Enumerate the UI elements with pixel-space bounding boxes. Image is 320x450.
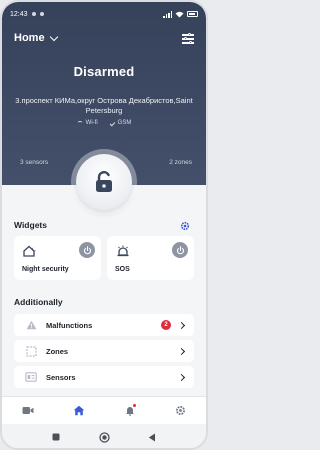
security-state: Disarmed (73, 64, 135, 79)
notification-dot (132, 403, 136, 407)
notification-dot-icon (39, 12, 44, 16)
tab-home[interactable] (64, 401, 94, 421)
home-selector[interactable]: Home (14, 32, 58, 44)
bottom-tab-bar (2, 396, 206, 424)
tab-notifications[interactable] (115, 401, 145, 421)
warning-icon (26, 320, 36, 330)
widget-label: SOS (115, 266, 130, 273)
widgets-title: Widgets (14, 220, 47, 230)
list-item-label: Malfunctions (46, 320, 93, 330)
additionally-title: Additionally (14, 297, 63, 307)
power-toggle[interactable] (79, 242, 95, 258)
recent-apps-button[interactable] (46, 429, 66, 445)
back-button[interactable] (142, 429, 162, 445)
widget-sos[interactable]: SOS (107, 236, 194, 280)
zones-count: 2 zones (169, 159, 192, 166)
tab-camera[interactable] (13, 401, 43, 421)
wifi-label: Wi-fi (85, 120, 98, 126)
camera-icon (22, 407, 33, 414)
arm-toggle-button[interactable] (76, 154, 132, 210)
circle-icon (98, 431, 110, 443)
sos-alarm-icon (117, 245, 129, 257)
widget-night-security[interactable]: Night security (14, 236, 101, 280)
chevron-right-icon (177, 321, 186, 329)
signal-icon (163, 10, 172, 18)
sensors-icon (25, 372, 37, 382)
home-title: Home (14, 32, 45, 44)
night-security-icon (23, 245, 36, 257)
gsm-label: GSM (117, 120, 132, 126)
system-nav-bar (2, 424, 206, 448)
malfunctions-count-badge: 2 (161, 320, 171, 330)
sensors-count: 3 sensors (20, 159, 49, 166)
status-time: 12:43 (10, 10, 28, 18)
phone-frame: 12:43 Home Disarmed 3.проспект КИМа,окру… (0, 0, 208, 450)
settings-icon (176, 406, 185, 415)
chevron-right-icon (177, 373, 186, 381)
wifi-status-icon (175, 11, 184, 17)
power-toggle[interactable] (172, 242, 188, 258)
list-item-label: Zones (46, 346, 69, 356)
power-icon (83, 245, 91, 254)
connection-status: Wi-fi GSM (2, 120, 206, 126)
chevron-right-icon (177, 347, 186, 355)
zones-icon (25, 345, 37, 357)
notification-dot-icon (31, 12, 36, 16)
back-triangle-icon (148, 433, 155, 441)
list-item-label: Sensors (46, 372, 76, 382)
check-icon (109, 120, 115, 126)
home-icon (73, 405, 84, 416)
bell-icon (125, 407, 134, 416)
address-text: 3.проспект КИМа,округ Острова Декабристо… (15, 96, 193, 115)
power-icon (176, 245, 184, 254)
list-item-zones[interactable]: Zones (14, 340, 194, 362)
wifi-icon (76, 120, 83, 126)
list-item-sensors[interactable]: Sensors (14, 366, 194, 388)
widget-label: Night security (22, 266, 69, 273)
battery-icon (187, 11, 198, 17)
square-icon (52, 433, 60, 441)
gear-icon[interactable] (180, 221, 190, 231)
filter-settings-button[interactable] (182, 32, 194, 44)
list-item-malfunctions[interactable]: Malfunctions 2 (14, 314, 194, 336)
chevron-down-icon (49, 32, 58, 41)
tab-settings[interactable] (166, 401, 196, 421)
unlock-icon (96, 171, 112, 192)
status-bar: 12:43 (10, 8, 198, 20)
content-area (2, 185, 206, 395)
home-nav-button[interactable] (94, 429, 114, 445)
